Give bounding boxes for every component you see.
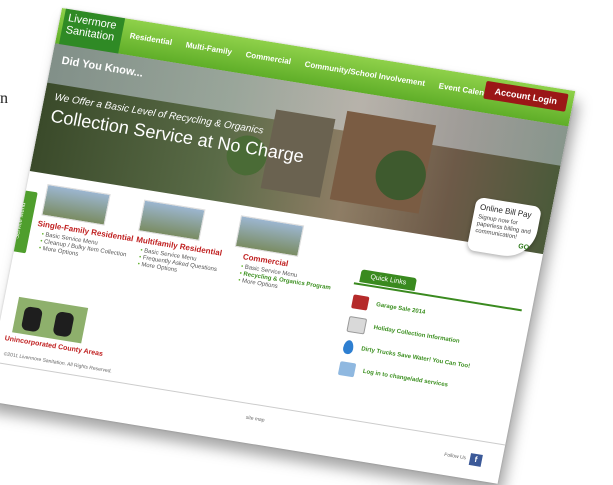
commercial-photo[interactable]	[234, 215, 305, 257]
footer-divider	[0, 361, 506, 446]
cropped-edge-text: n	[0, 90, 8, 286]
computer-icon	[337, 361, 357, 378]
cow-shape	[52, 311, 75, 338]
online-bill-pay-card[interactable]: Online Bill Pay Signup now for paperless…	[466, 196, 543, 261]
nav-commercial[interactable]: Commercial	[245, 50, 292, 66]
service-menu-tab[interactable]: Service Menu	[11, 190, 38, 254]
nav-residential[interactable]: Residential	[129, 31, 173, 47]
account-login-button[interactable]: Account Login	[483, 80, 569, 112]
quick-link-label: Garage Sale 2014	[375, 302, 426, 316]
quick-link-garage-sale[interactable]: Garage Sale 2014	[351, 294, 426, 320]
apartment-photo[interactable]	[138, 199, 206, 241]
facebook-icon[interactable]: f	[468, 453, 483, 467]
edge-letter: n	[0, 90, 8, 107]
follow-us: Follow Us f	[443, 449, 483, 467]
calendar-icon	[351, 294, 370, 311]
billpay-go-button[interactable]: GO	[517, 243, 529, 252]
water-drop-icon	[342, 339, 355, 355]
site-map-link[interactable]: site map	[245, 415, 265, 424]
cows-photo[interactable]	[12, 296, 89, 344]
nav-multi-family[interactable]: Multi-Family	[185, 40, 233, 56]
garbage-truck-photo[interactable]	[41, 183, 111, 226]
quick-link-label: Log in to change/add services	[362, 368, 449, 389]
quick-link-label: Holiday Collection Information	[372, 324, 461, 345]
calendar-icon	[346, 315, 368, 335]
website-page: Livermore Sanitation Residential Multi-F…	[0, 8, 576, 484]
screenshot-page: Livermore Sanitation Residential Multi-F…	[0, 8, 576, 484]
commercial-links: Basic Service Menu Recycling & Organics …	[237, 264, 332, 299]
cow-shape	[20, 305, 44, 333]
follow-us-label: Follow Us	[443, 451, 467, 462]
edge-letter	[0, 188, 8, 286]
nav-community[interactable]: Community/School Involvement	[304, 60, 426, 88]
